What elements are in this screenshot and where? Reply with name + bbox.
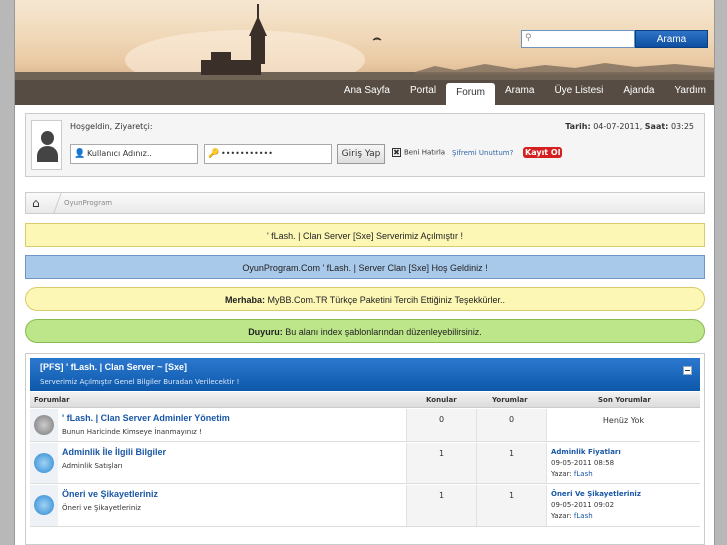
search-button[interactable]: Arama — [635, 30, 708, 48]
last-post: Adminlik Fiyatları 09-05-2011 08:58 Yaza… — [546, 443, 700, 483]
nav-home[interactable]: Ana Sayfa — [334, 80, 400, 105]
last-post-author[interactable]: fLash — [574, 470, 593, 478]
column-headers: Forumlar Konular Yorumlar Son Yorumlar — [30, 392, 700, 408]
last-post: Öneri Ve Şikayetleriniz 09-05-2011 09:02… — [546, 485, 700, 526]
col-threads: Konular — [426, 396, 457, 404]
forgot-password-link[interactable]: Şifremi Unuttum? — [452, 149, 513, 157]
last-post-link[interactable]: Adminlik Fiyatları — [551, 448, 621, 456]
thread-count: 1 — [406, 443, 476, 483]
main-nav: Ana Sayfa Portal Forum Arama Üye Listesi… — [334, 80, 715, 105]
category-title[interactable]: [PFS] ' fLash. | Clan Server ~ [Sxe] — [40, 362, 187, 372]
post-count: 1 — [476, 443, 546, 483]
nav-member-list[interactable]: Üye Listesi — [544, 80, 613, 105]
home-icon[interactable]: ⌂ — [32, 196, 40, 210]
forum-status-icon — [34, 453, 54, 473]
search-icon: ⚲ — [525, 33, 532, 43]
post-count: 0 — [476, 409, 546, 441]
welcome-text: Hoşgeldin, Ziyaretçi: — [70, 122, 153, 131]
forum-status-icon — [34, 495, 54, 515]
remember-checkbox[interactable]: ✖ — [392, 148, 401, 157]
avatar — [31, 120, 62, 170]
collapse-icon[interactable] — [683, 366, 692, 375]
register-link[interactable]: Kayıt Ol — [523, 147, 563, 158]
nav-portal[interactable]: Portal — [400, 80, 446, 105]
col-posts: Yorumlar — [492, 396, 528, 404]
forum-row: Öneri ve Şikayetleriniz Öneri ve Şikayet… — [30, 485, 700, 527]
search-input[interactable]: ⚲ — [521, 30, 635, 48]
forum-title[interactable]: ' fLash. | Clan Server Adminler Yönetim — [62, 413, 230, 423]
thread-count: 0 — [406, 409, 476, 441]
post-count: 1 — [476, 485, 546, 526]
notice-welcome: OyunProgram.Com ' fLash. | Server Clan [… — [25, 255, 705, 279]
last-post-author[interactable]: fLash — [574, 512, 593, 520]
col-last-posts: Son Yorumlar — [598, 396, 651, 404]
breadcrumb: ⌂ OyunProgram — [25, 192, 705, 214]
nav-forum[interactable]: Forum — [446, 83, 495, 105]
forum-status-icon — [34, 415, 54, 435]
forum-description: Öneri ve Şikayetleriniz — [62, 504, 141, 512]
password-field[interactable]: 🔑 ••••••••••• — [204, 144, 332, 164]
forum-table: [PFS] ' fLash. | Clan Server ~ [Sxe] Ser… — [25, 353, 705, 545]
forum-description: Adminlik Satışları — [62, 462, 123, 470]
forum-title[interactable]: Öneri ve Şikayetleriniz — [62, 489, 158, 499]
forum-description: Bunun Haricinde Kimseye İnanmayınız ! — [62, 428, 202, 436]
header-banner: ⚲ Arama Ana Sayfa Portal Forum Arama Üye… — [15, 0, 715, 105]
nav-search[interactable]: Arama — [495, 80, 544, 105]
category-description: Serverimiz Açılmıştır Genel Bilgiler Bur… — [40, 378, 240, 386]
login-button[interactable]: Giriş Yap — [337, 144, 385, 164]
nav-help[interactable]: Yardım — [665, 80, 715, 105]
page: ⚲ Arama Ana Sayfa Portal Forum Arama Üye… — [14, 0, 715, 545]
forum-row: ' fLash. | Clan Server Adminler Yönetim … — [30, 409, 700, 442]
forum-row: Adminlik İle İlgili Bilgiler Adminlik Sa… — [30, 443, 700, 484]
user-icon: 👤 — [74, 149, 86, 159]
nav-calendar[interactable]: Ajanda — [613, 80, 664, 105]
thread-count: 1 — [406, 485, 476, 526]
username-field[interactable]: 👤 Kullanıcı Adınız.. — [70, 144, 198, 164]
date-time: Tarih: 04-07-2011, Saat: 03:25 — [565, 122, 694, 131]
last-post-link[interactable]: Öneri Ve Şikayetleriniz — [551, 490, 641, 498]
col-forums: Forumlar — [34, 396, 70, 404]
forum-title[interactable]: Adminlik İle İlgili Bilgiler — [62, 447, 166, 457]
notice-server-open: ' fLash. | Clan Server [Sxe] Serverimiz … — [25, 223, 705, 247]
notice-hello: Merhaba: MyBB.Com.TR Türkçe Paketini Ter… — [25, 287, 705, 311]
breadcrumb-separator — [44, 193, 62, 213]
breadcrumb-site[interactable]: OyunProgram — [64, 199, 112, 207]
notice-announcement: Duyuru: Bu alanı index şablonlarından dü… — [25, 319, 705, 343]
last-post-date: 09-05-2011 08:58 — [551, 459, 615, 467]
login-panel: Hoşgeldin, Ziyaretçi: Tarih: 04-07-2011,… — [25, 113, 705, 177]
remember-me[interactable]: ✖ Beni Hatırla — [392, 148, 445, 157]
key-icon: 🔑 — [208, 149, 220, 159]
last-post-date: 09-05-2011 09:02 — [551, 501, 615, 509]
category-header: [PFS] ' fLash. | Clan Server ~ [Sxe] Ser… — [30, 358, 700, 391]
last-post: Henüz Yok — [546, 409, 700, 441]
